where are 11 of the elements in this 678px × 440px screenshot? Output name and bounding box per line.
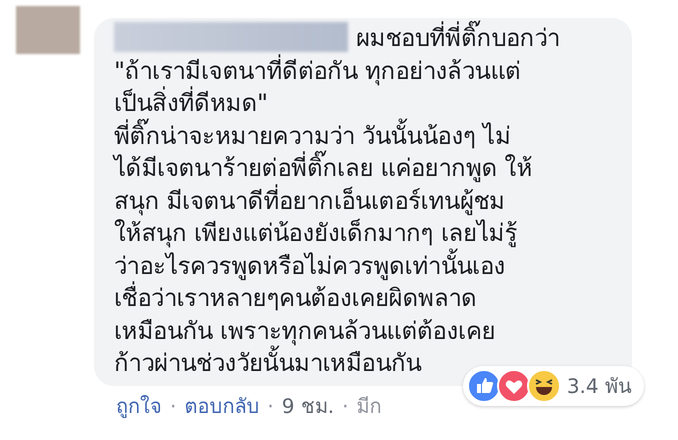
action-link[interactable]: ตอบกลับ xyxy=(184,390,260,422)
action-link[interactable]: ถูกใจ xyxy=(116,390,162,422)
avatar xyxy=(16,6,80,54)
separator-dot: · xyxy=(342,394,349,418)
separator-dot: · xyxy=(170,394,176,418)
edited-label: มีก xyxy=(356,392,382,420)
separator-dot: · xyxy=(267,394,274,418)
laughing-emoji-icon xyxy=(526,368,561,402)
timestamp: 9 ชม. xyxy=(282,392,334,420)
reactions-badge[interactable]: 3.4 พัน xyxy=(462,366,644,406)
like-icon xyxy=(466,368,501,402)
